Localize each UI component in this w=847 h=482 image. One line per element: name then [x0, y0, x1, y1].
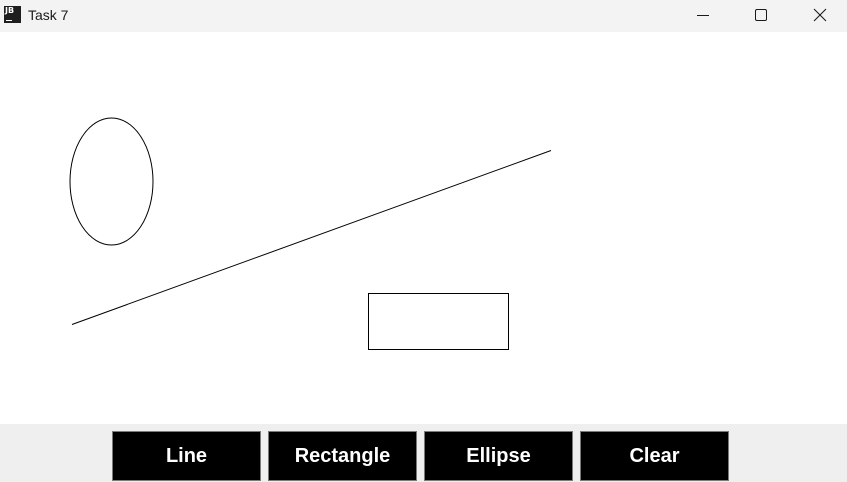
maximize-button[interactable]: [731, 0, 789, 32]
ellipse-button[interactable]: Ellipse: [424, 431, 573, 481]
app-icon-text: JB: [5, 6, 15, 15]
drawing-canvas[interactable]: [0, 32, 847, 424]
drawing-surface[interactable]: [0, 32, 847, 424]
clear-button[interactable]: Clear: [580, 431, 729, 481]
minimize-icon: [697, 15, 709, 16]
app-icon-underline: [6, 20, 12, 21]
line-button[interactable]: Line: [112, 431, 261, 481]
close-icon: [813, 8, 827, 22]
minimize-button[interactable]: [673, 0, 731, 32]
window-title: Task 7: [28, 7, 69, 23]
title-bar[interactable]: JB Task 7: [0, 0, 847, 32]
line-shape: [71, 150, 552, 325]
ellipse-shape: [69, 117, 154, 246]
tool-bar: Line Rectangle Ellipse Clear: [0, 424, 847, 482]
rectangle-shape: [368, 293, 509, 350]
close-button[interactable]: [789, 0, 847, 32]
app-icon: JB: [4, 6, 21, 23]
maximize-icon: [755, 9, 767, 21]
app-window: JB Task 7 Line Rectangle Ellipse Clear: [0, 0, 847, 482]
rectangle-button[interactable]: Rectangle: [268, 431, 417, 481]
